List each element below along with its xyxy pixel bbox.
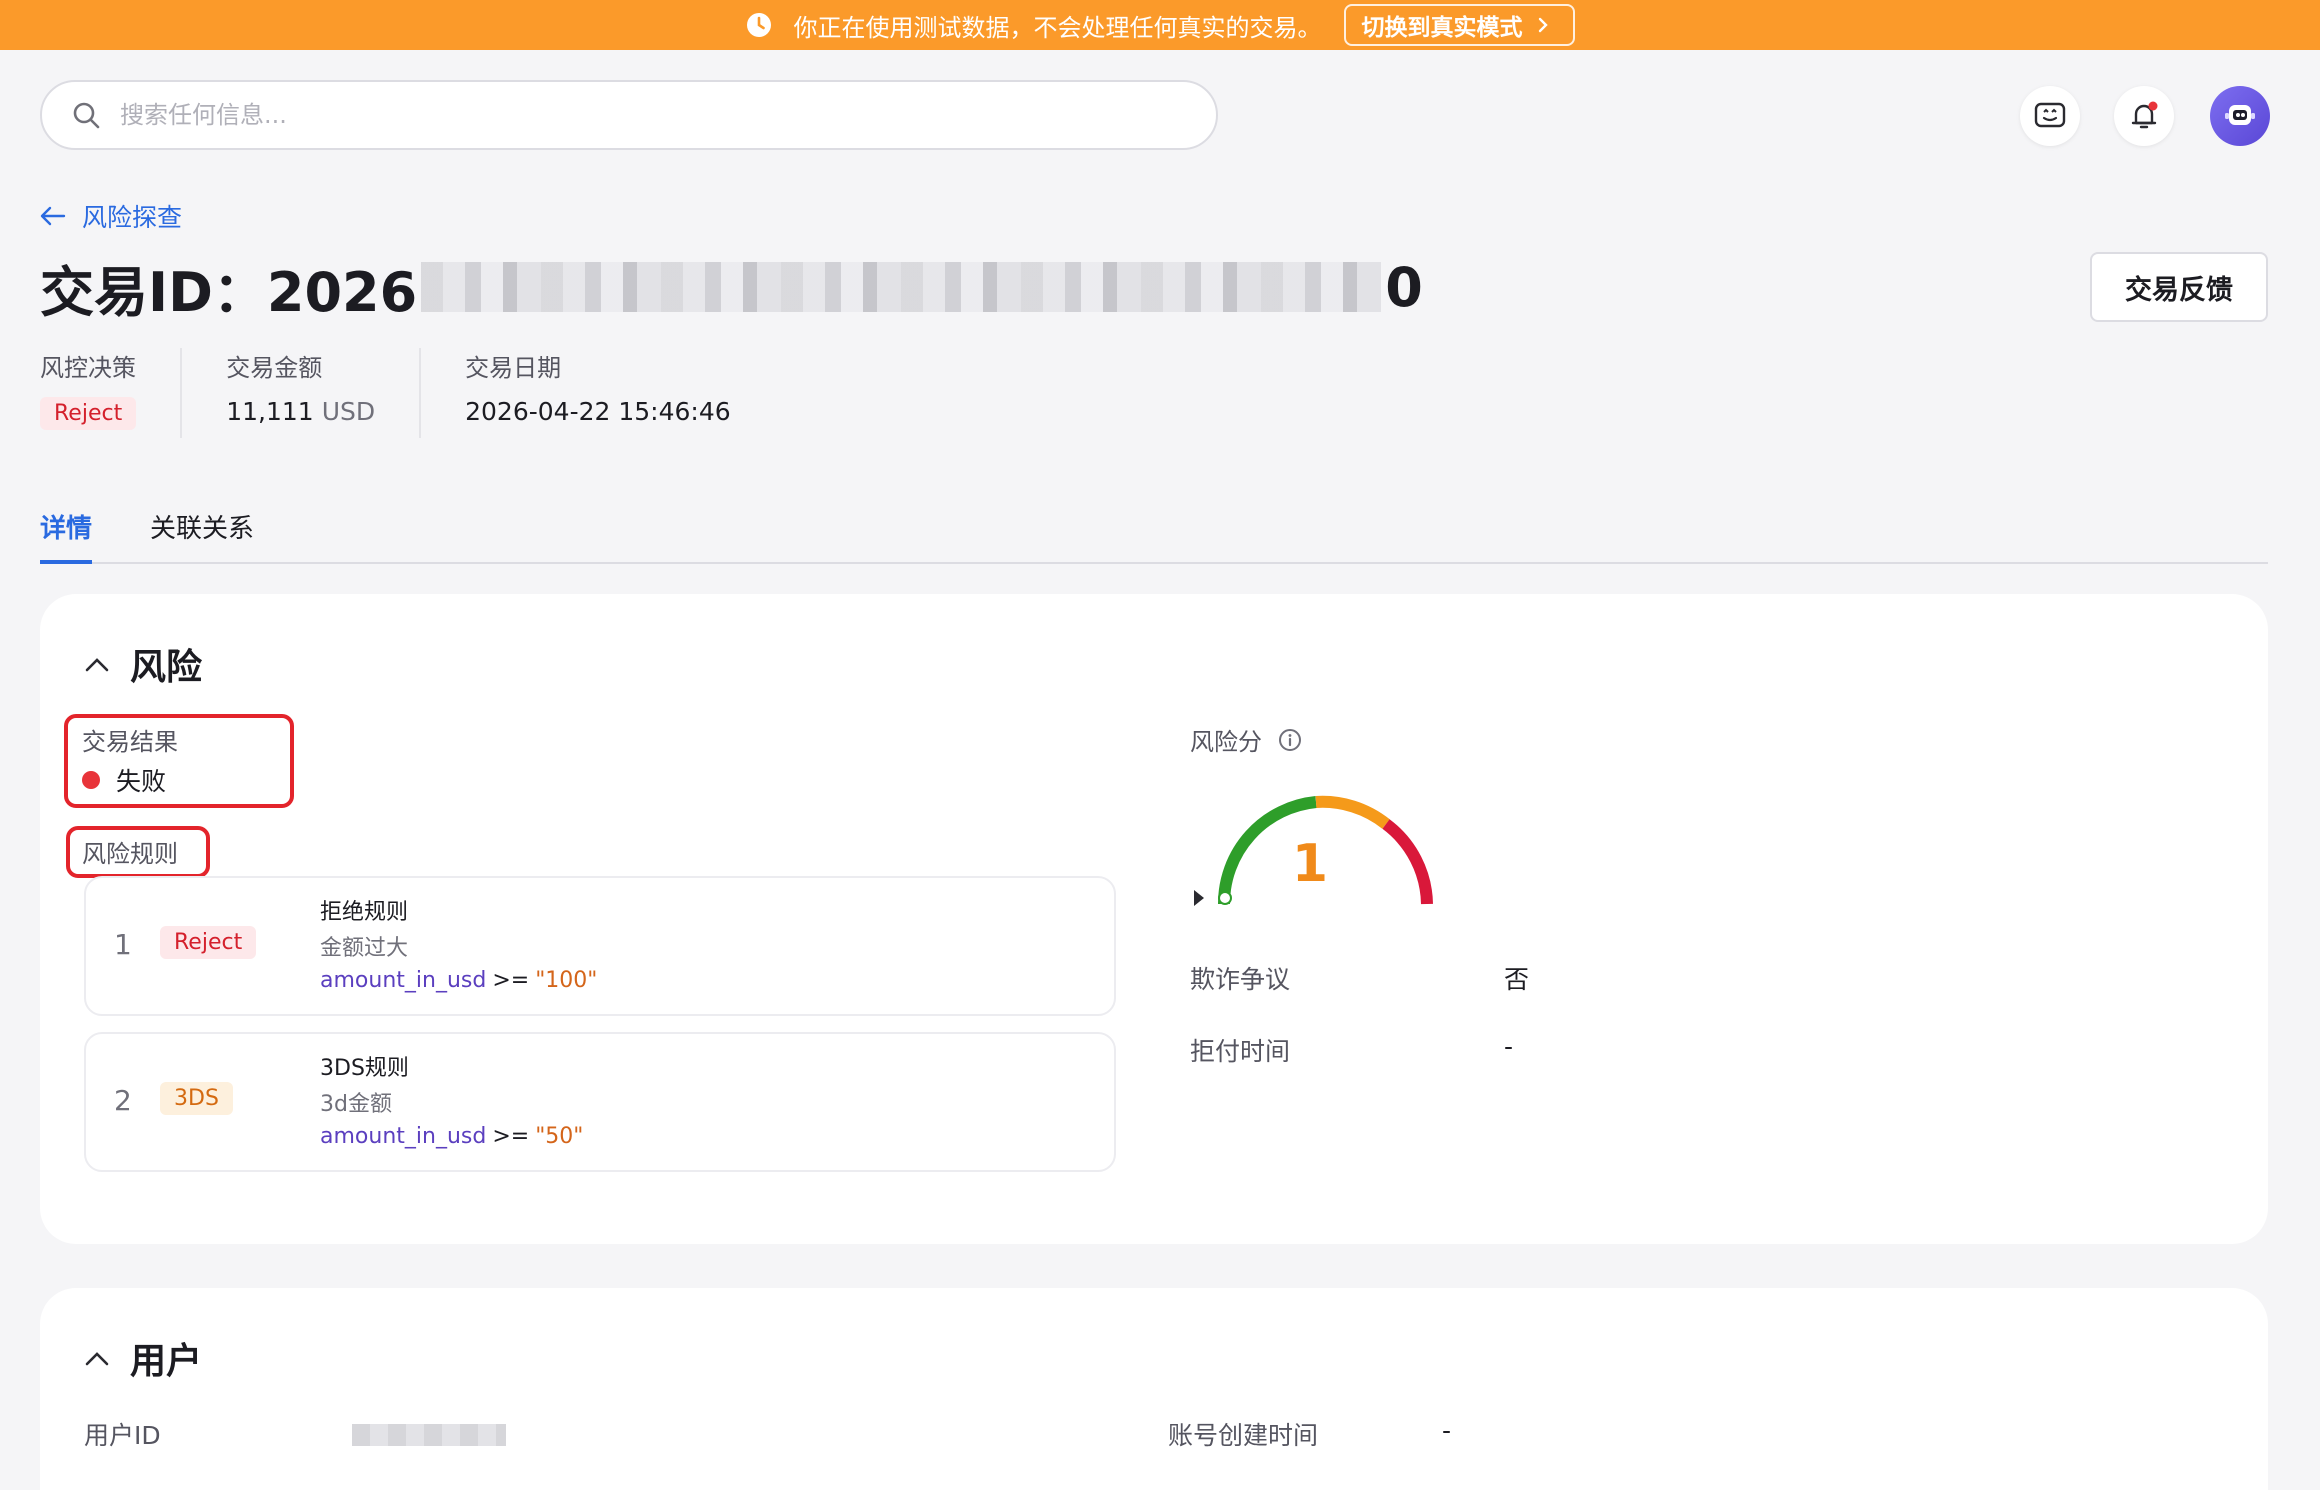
redacted-user-id	[352, 1424, 506, 1446]
chevron-up-icon	[85, 658, 109, 672]
switch-live-mode-label: 切换到真实模式	[1361, 15, 1523, 41]
transaction-feedback-button[interactable]: 交易反馈	[2090, 252, 2268, 322]
notifications-button[interactable]	[2114, 86, 2174, 146]
rule-name: 3DS规则	[320, 1056, 409, 1081]
chargeback-time-label: 拒付时间	[1190, 1037, 1291, 1066]
risk-score-value: 1	[1291, 834, 1329, 894]
rule-expression: amount_in_usd >= "100"	[320, 968, 597, 993]
amount-value: 11,111	[226, 397, 314, 426]
rule-tag: 3DS	[160, 1082, 233, 1115]
transaction-summary: 风控决策 Reject 交易金额 11,111 USD 交易日期 2026-04-…	[40, 348, 775, 438]
rule-desc: 金额过大	[320, 936, 409, 961]
summary-amount: 交易金额 11,111 USD	[180, 348, 419, 438]
chevron-up-icon	[85, 1352, 109, 1366]
risk-section-header[interactable]: 风险	[84, 638, 202, 690]
amount-unit: USD	[321, 397, 376, 426]
rule-value: "50"	[535, 1124, 584, 1149]
rule-operator: >=	[492, 968, 530, 993]
tab-relations[interactable]: 关联关系	[150, 500, 254, 564]
decision-label: 风控决策	[40, 354, 136, 382]
rule-field: amount_in_usd	[320, 1124, 487, 1149]
bell-icon	[2131, 101, 2158, 129]
search-icon	[73, 102, 100, 129]
user-card: 用户 用户ID 账号创建时间 -	[40, 1288, 2268, 1490]
rule-operator: >=	[492, 1124, 530, 1149]
amount-label: 交易金额	[226, 354, 323, 382]
breadcrumb-label: 风险探查	[82, 203, 183, 232]
switch-live-mode-button[interactable]: 切换到真实模式	[1343, 4, 1575, 46]
rule-desc: 3d金额	[320, 1092, 392, 1117]
support-chat-button[interactable]	[2020, 86, 2080, 146]
summary-date: 交易日期 2026-04-22 15:46:46	[419, 348, 775, 438]
chevron-right-icon	[1538, 17, 1548, 33]
rule-index: 2	[114, 1084, 132, 1117]
user-avatar[interactable]	[2210, 86, 2270, 146]
fraud-dispute-value: 否	[1504, 965, 1530, 994]
robot-avatar-icon	[2225, 105, 2255, 125]
global-search[interactable]	[40, 80, 1218, 150]
rule-field: amount_in_usd	[320, 968, 487, 993]
rule-index: 1	[114, 928, 132, 961]
result-label: 交易结果	[82, 728, 178, 756]
decision-badge: Reject	[40, 397, 137, 430]
clock-icon	[746, 13, 771, 37]
transaction-feedback-label: 交易反馈	[2125, 274, 2233, 306]
tab-details[interactable]: 详情	[40, 500, 93, 564]
rule-tag: Reject	[160, 926, 257, 959]
rule-name: 拒绝规则	[320, 900, 409, 925]
arrow-left-icon	[40, 206, 66, 226]
chat-face-icon	[2034, 102, 2066, 128]
breadcrumb-back-link[interactable]: 风险探查	[40, 198, 182, 234]
fraud-dispute-label: 欺诈争议	[1190, 965, 1291, 994]
failed-status-dot	[82, 771, 100, 789]
user-id-label: 用户ID	[84, 1421, 161, 1450]
redacted-transaction-id	[421, 262, 1382, 312]
account-created-label: 账号创建时间	[1168, 1421, 1319, 1450]
info-icon[interactable]	[1278, 728, 1302, 752]
risk-section-title: 风险	[130, 647, 203, 688]
risk-card: 风险 交易结果 失败 风险规则 1 Reject 拒绝规则 金额过大 amoun…	[40, 594, 2268, 1244]
risk-score-label-text: 风险分	[1190, 728, 1262, 756]
result-value: 失败	[82, 762, 166, 798]
banner-message: 你正在使用测试数据，不会处理任何真实的交易。	[793, 13, 1322, 42]
rules-label: 风险规则	[82, 840, 178, 868]
date-value: 2026-04-22 15:46:46	[465, 397, 731, 426]
user-section-title: 用户	[130, 1341, 203, 1382]
rule-value: "100"	[535, 968, 598, 993]
chargeback-time-value: -	[1504, 1032, 1514, 1061]
date-label: 交易日期	[465, 354, 562, 382]
transaction-id-prefix: 交易ID：2026	[40, 260, 418, 324]
transaction-id-suffix: 0	[1385, 255, 1423, 319]
risk-score-label: 风险分	[1190, 722, 1302, 757]
risk-rule-item[interactable]: 1 Reject 拒绝规则 金额过大 amount_in_usd >= "100"	[84, 876, 1116, 1016]
account-created-value: -	[1442, 1416, 1452, 1445]
result-text: 失败	[116, 767, 167, 796]
search-input[interactable]	[120, 101, 1120, 129]
risk-rule-item[interactable]: 2 3DS 3DS规则 3d金额 amount_in_usd >= "50"	[84, 1032, 1116, 1172]
test-mode-banner: 你正在使用测试数据，不会处理任何真实的交易。 切换到真实模式	[0, 0, 2320, 50]
rule-expression: amount_in_usd >= "50"	[320, 1124, 583, 1149]
summary-decision: 风控决策 Reject	[40, 348, 180, 438]
detail-tabs: 详情 关联关系	[40, 500, 2268, 564]
user-section-header[interactable]: 用户	[84, 1332, 202, 1384]
page-title: 交易ID：2026 0	[40, 252, 1423, 324]
